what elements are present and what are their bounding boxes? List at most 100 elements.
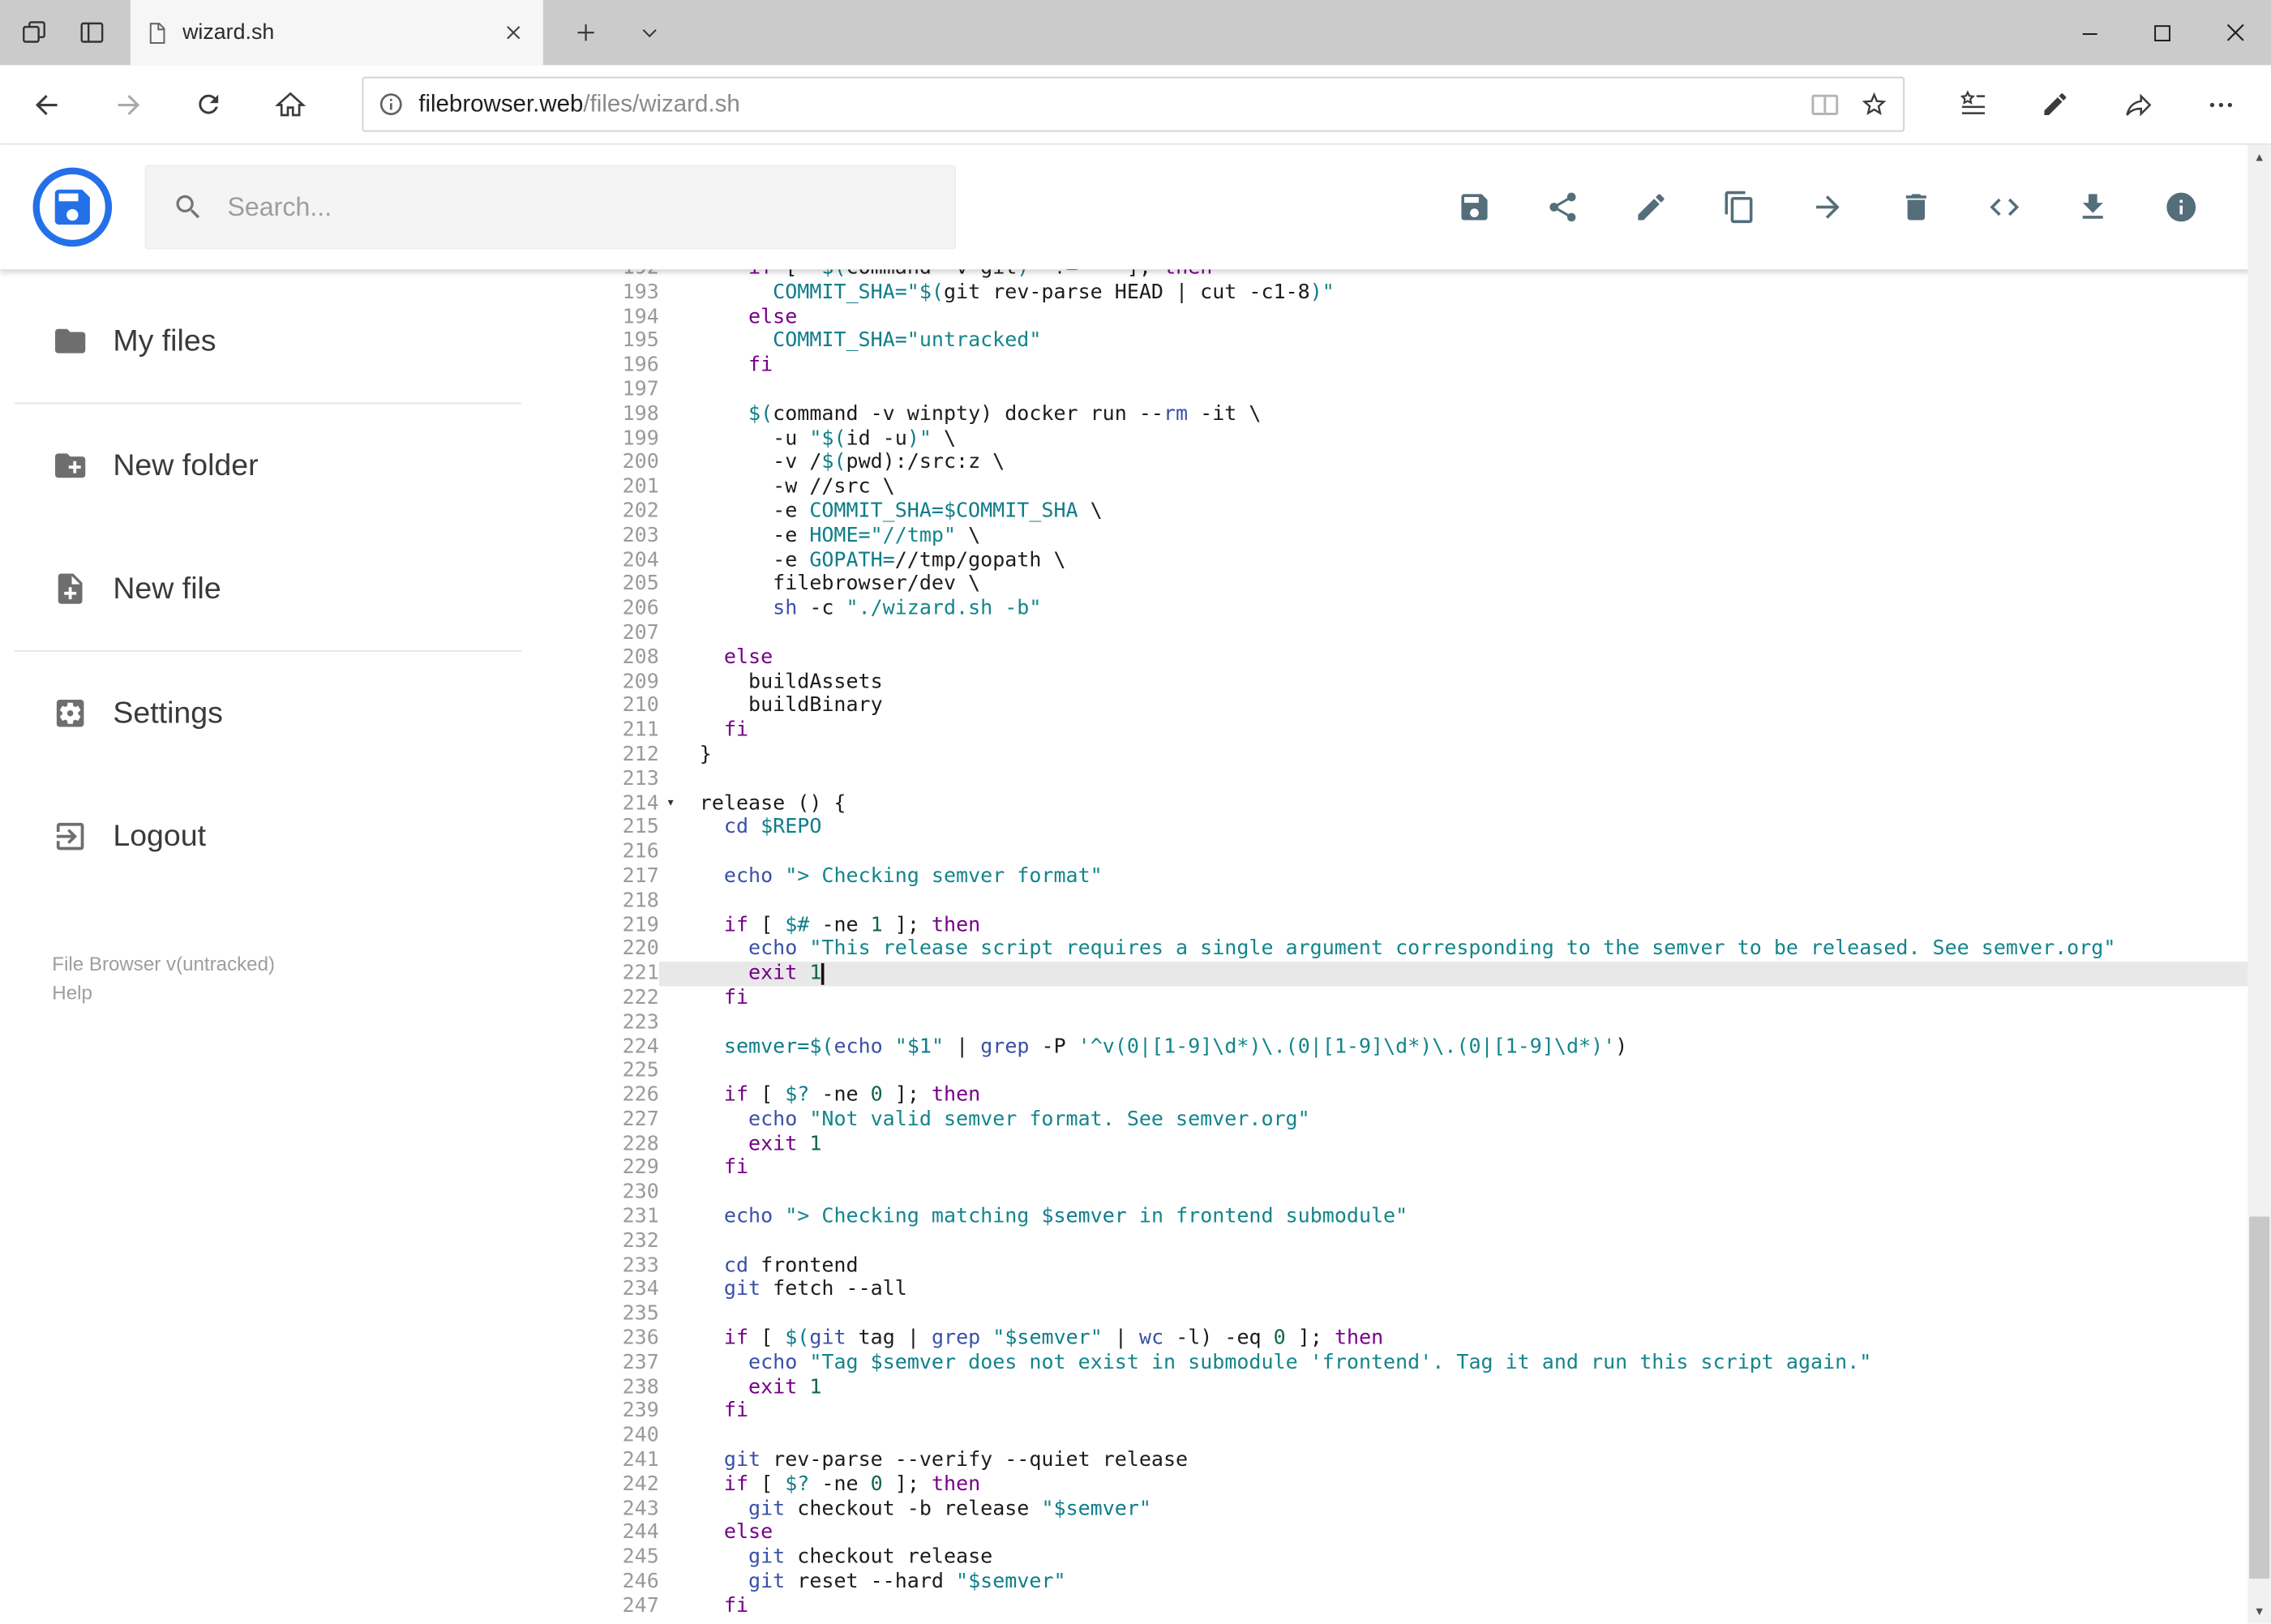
- site-info-icon[interactable]: [378, 92, 404, 118]
- code-line[interactable]: 203 -e HOME="//tmp" \: [580, 524, 2248, 548]
- search-input[interactable]: [227, 191, 929, 223]
- code-text[interactable]: release () {: [682, 791, 2247, 816]
- code-text[interactable]: -e HOME="//tmp" \: [682, 524, 2247, 548]
- code-line[interactable]: 215 cd $REPO: [580, 816, 2248, 840]
- code-line[interactable]: 219 if [ $# -ne 1 ]; then: [580, 913, 2248, 937]
- tab-preview-icon[interactable]: [9, 8, 58, 58]
- code-line[interactable]: 216: [580, 840, 2248, 864]
- code-line[interactable]: 221 exit 1: [580, 962, 2248, 987]
- ink-annotate-icon[interactable]: [2022, 74, 2089, 135]
- code-text[interactable]: [682, 1010, 2247, 1035]
- code-text[interactable]: -u "$(id -u)" \: [682, 426, 2247, 451]
- code-text[interactable]: fi: [682, 1156, 2247, 1181]
- code-line[interactable]: 205 filebrowser/dev \: [580, 572, 2248, 597]
- page-scrollbar[interactable]: ▲ ▼: [2247, 144, 2271, 1624]
- code-line[interactable]: 196 fi: [580, 354, 2248, 378]
- save-button[interactable]: [1457, 190, 1492, 225]
- forward-icon[interactable]: [96, 74, 160, 135]
- code-line[interactable]: 214 ▾ release () {: [580, 791, 2248, 816]
- code-line[interactable]: 225: [580, 1059, 2248, 1083]
- code-line[interactable]: 242 if [ $? -ne 0 ]; then: [580, 1472, 2248, 1497]
- code-text[interactable]: echo "> Checking matching $semver in fro…: [682, 1205, 2247, 1229]
- tab-list-chevron-icon[interactable]: [624, 8, 674, 58]
- download-button[interactable]: [2076, 190, 2110, 225]
- sidebar-item-new-file[interactable]: New file: [0, 527, 536, 650]
- code-text[interactable]: else: [682, 645, 2247, 670]
- code-line[interactable]: 240: [580, 1424, 2248, 1448]
- sidebar-item-new-folder[interactable]: New folder: [0, 404, 536, 527]
- code-text[interactable]: exit 1: [682, 1375, 2247, 1399]
- raw-code-button[interactable]: [1987, 190, 2022, 225]
- code-line[interactable]: 227 echo "Not valid semver format. See s…: [580, 1108, 2248, 1132]
- code-text[interactable]: cd $REPO: [682, 816, 2247, 840]
- code-line[interactable]: 211 fi: [580, 718, 2248, 743]
- code-text[interactable]: if [ $(git tag | grep "$semver" | wc -l)…: [682, 1326, 2247, 1351]
- edit-button[interactable]: [1634, 190, 1669, 225]
- code-line[interactable]: 246 git reset --hard "$semver": [580, 1570, 2248, 1594]
- code-text[interactable]: if [ $? -ne 0 ]; then: [682, 1472, 2247, 1497]
- code-line[interactable]: 228 exit 1: [580, 1132, 2248, 1156]
- new-tab-button[interactable]: [560, 8, 610, 58]
- delete-button[interactable]: [1899, 190, 1934, 225]
- code-line[interactable]: 224 semver=$(echo "$1" | grep -P '^v(0|[…: [580, 1035, 2248, 1059]
- code-line[interactable]: 213: [580, 767, 2248, 791]
- maximize-button[interactable]: [2126, 0, 2198, 65]
- code-text[interactable]: -w //src \: [682, 475, 2247, 499]
- code-text[interactable]: git reset --hard "$semver": [682, 1570, 2247, 1594]
- code-line[interactable]: 241 git rev-parse --verify --quiet relea…: [580, 1448, 2248, 1472]
- code-line[interactable]: 234 git fetch --all: [580, 1278, 2248, 1302]
- code-text[interactable]: [682, 1424, 2247, 1448]
- code-line[interactable]: 230: [580, 1181, 2248, 1205]
- filebrowser-logo-icon[interactable]: [32, 166, 113, 247]
- scroll-up-arrow-icon[interactable]: ▲: [2247, 145, 2271, 169]
- code-text[interactable]: else: [682, 1521, 2247, 1545]
- code-text[interactable]: [682, 1181, 2247, 1205]
- code-line[interactable]: 206 sh -c "./wizard.sh -b": [580, 597, 2248, 621]
- code-text[interactable]: git checkout -b release "$semver": [682, 1497, 2247, 1521]
- code-line[interactable]: 209 buildAssets: [580, 670, 2248, 694]
- code-text[interactable]: sh -c "./wizard.sh -b": [682, 597, 2247, 621]
- scrollbar-thumb[interactable]: [2249, 1216, 2270, 1579]
- code-line[interactable]: 204 -e GOPATH=//tmp/gopath \: [580, 548, 2248, 572]
- code-line[interactable]: 226 if [ $? -ne 0 ]; then: [580, 1083, 2248, 1108]
- code-text[interactable]: fi: [682, 718, 2247, 743]
- minimize-button[interactable]: [2054, 0, 2126, 65]
- code-text[interactable]: -e COMMIT_SHA=$COMMIT_SHA \: [682, 499, 2247, 524]
- code-text[interactable]: if [ $# -ne 1 ]; then: [682, 913, 2247, 937]
- code-text[interactable]: [682, 889, 2247, 913]
- code-line[interactable]: 208 else: [580, 645, 2248, 670]
- code-text[interactable]: echo "> Checking semver format": [682, 864, 2247, 889]
- code-line[interactable]: 220 echo "This release script requires a…: [580, 937, 2248, 962]
- code-line[interactable]: 247 fi: [580, 1594, 2248, 1618]
- code-text[interactable]: [682, 840, 2247, 864]
- code-line[interactable]: 243 git checkout -b release "$semver": [580, 1497, 2248, 1521]
- code-text[interactable]: git rev-parse --verify --quiet release: [682, 1448, 2247, 1472]
- share-button[interactable]: [1545, 190, 1580, 225]
- code-line[interactable]: 232: [580, 1229, 2248, 1253]
- set-tabs-aside-icon[interactable]: [66, 8, 116, 58]
- code-line[interactable]: 235: [580, 1302, 2248, 1326]
- more-options-icon[interactable]: [2187, 74, 2253, 135]
- close-window-button[interactable]: [2199, 0, 2271, 65]
- code-text[interactable]: git fetch --all: [682, 1278, 2247, 1302]
- code-text[interactable]: [682, 1302, 2247, 1326]
- sidebar-item-logout[interactable]: Logout: [0, 775, 536, 898]
- code-line[interactable]: 236 if [ $(git tag | grep "$semver" | wc…: [580, 1326, 2248, 1351]
- code-text[interactable]: [682, 1059, 2247, 1083]
- code-text[interactable]: cd frontend: [682, 1253, 2247, 1278]
- favorites-hub-icon[interactable]: [1939, 74, 2006, 135]
- code-text[interactable]: buildBinary: [682, 694, 2247, 718]
- code-line[interactable]: 223: [580, 1010, 2248, 1035]
- code-line[interactable]: 237 echo "Tag $semver does not exist in …: [580, 1351, 2248, 1375]
- fold-arrow-icon[interactable]: ▾: [659, 791, 683, 816]
- tab-close-icon[interactable]: [497, 17, 529, 49]
- code-line[interactable]: 233 cd frontend: [580, 1253, 2248, 1278]
- info-button[interactable]: [2164, 190, 2199, 225]
- code-text[interactable]: fi: [682, 1399, 2247, 1424]
- code-text[interactable]: fi: [682, 986, 2247, 1010]
- code-text[interactable]: [682, 1229, 2247, 1253]
- code-text[interactable]: echo "Tag $semver does not exist in subm…: [682, 1351, 2247, 1375]
- refresh-icon[interactable]: [177, 74, 241, 135]
- code-text[interactable]: fi: [682, 354, 2247, 378]
- code-line[interactable]: 192 if [ "$(command -v git)" != "" ]; th…: [580, 269, 2248, 281]
